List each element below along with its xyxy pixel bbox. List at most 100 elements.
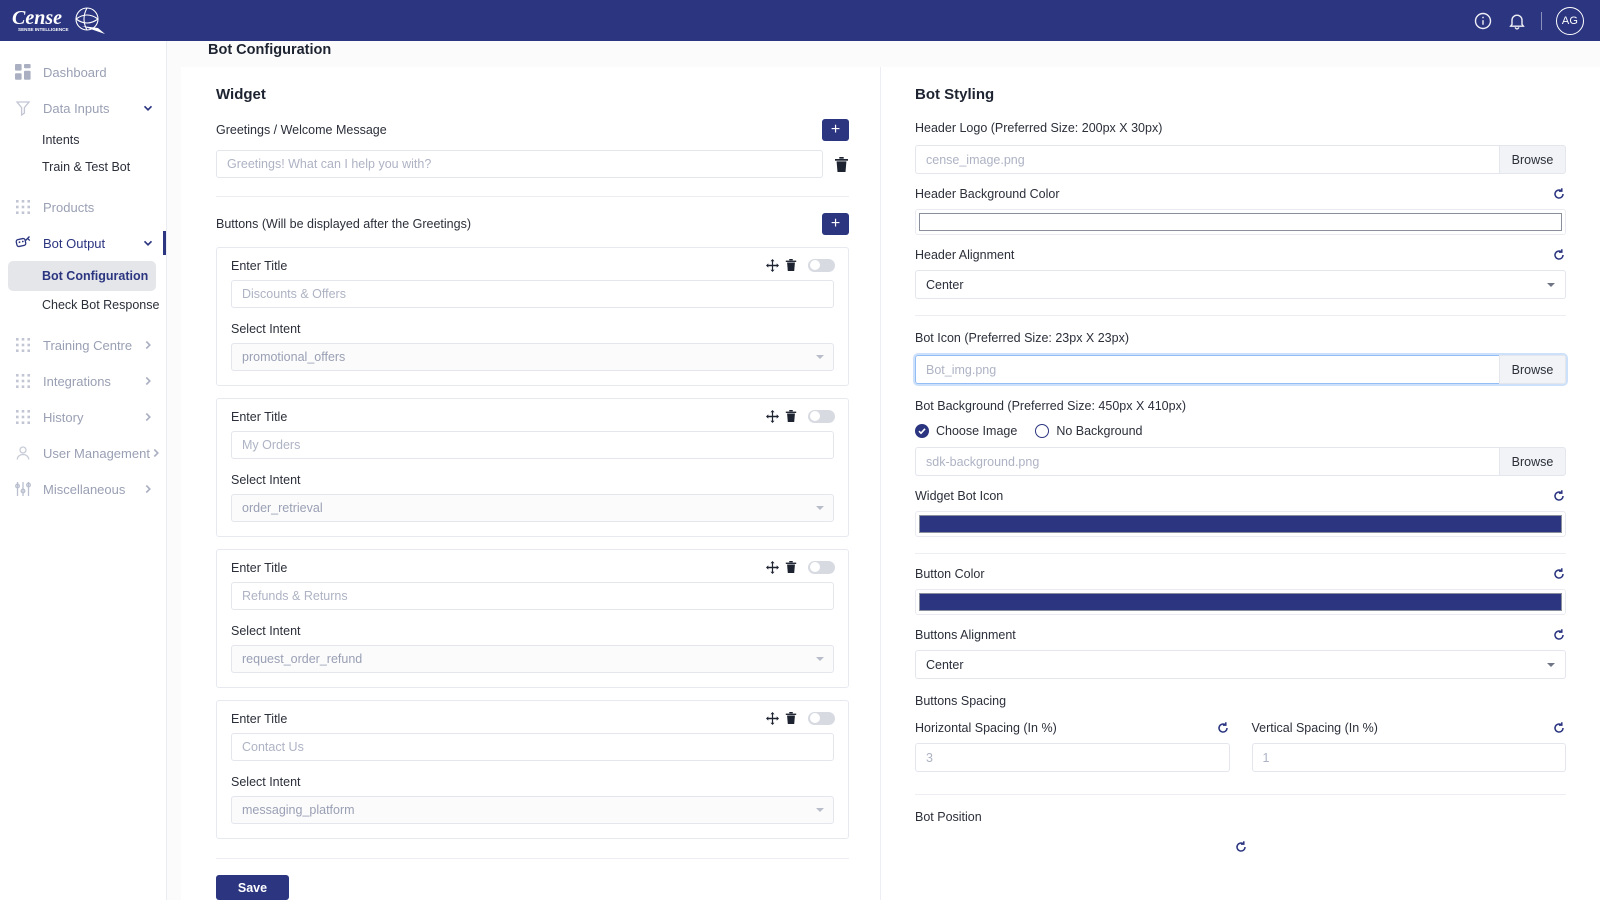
browse-button[interactable]: Browse: [1499, 447, 1566, 476]
enable-toggle[interactable]: [808, 259, 835, 272]
intent-field-label: Select Intent: [231, 775, 834, 789]
bot-position-field: Bot Position: [915, 808, 1566, 854]
button-title-input[interactable]: My Orders: [231, 431, 834, 459]
drag-handle-icon[interactable]: [766, 259, 779, 272]
sidebar-item-label: Integrations: [43, 374, 142, 389]
card-tools: [766, 711, 835, 725]
chevron-down-icon: [1547, 663, 1555, 667]
vertical-spacing-label: Vertical Spacing (In %): [1252, 721, 1378, 735]
reset-icon[interactable]: [1216, 721, 1230, 735]
sliders-icon: [14, 480, 32, 498]
sidebar-item-bot-configuration[interactable]: Bot Configuration: [8, 261, 156, 291]
browse-button[interactable]: Browse: [1499, 145, 1566, 174]
browse-button[interactable]: Browse: [1499, 355, 1566, 384]
header-bg-color-swatch[interactable]: [915, 209, 1566, 235]
sidebar-subitem-label: Train & Test Bot: [42, 160, 130, 174]
dashboard-icon: [14, 63, 32, 81]
trash-icon[interactable]: [785, 560, 800, 574]
horizontal-spacing-col: Horizontal Spacing (In %) 3: [915, 721, 1230, 772]
reset-icon[interactable]: [1552, 489, 1566, 503]
sidebar-subitem-label: Intents: [42, 133, 80, 147]
intent-field-label: Select Intent: [231, 322, 834, 336]
bot-icon-input[interactable]: Bot_img.png: [915, 355, 1499, 384]
button-card: Enter Title Discounts & Offers Select In…: [216, 247, 849, 386]
add-greeting-button[interactable]: +: [822, 119, 849, 141]
vertical-spacing-input[interactable]: 1: [1252, 743, 1567, 772]
buttons-alignment-select[interactable]: Center: [915, 650, 1566, 679]
header-bg-color-label-row: Header Background Color: [915, 187, 1566, 201]
header-logo-input[interactable]: cense_image.png: [915, 145, 1499, 174]
intent-select[interactable]: messaging_platform: [231, 796, 834, 824]
sidebar-item-train-test-bot[interactable]: Train & Test Bot: [0, 153, 166, 180]
button-card: Enter Title Refunds & Returns Select Int…: [216, 549, 849, 688]
sidebar-item-data-inputs[interactable]: Data Inputs: [0, 90, 166, 126]
add-button-button[interactable]: +: [822, 213, 849, 235]
sidebar-item-bot-output[interactable]: Bot Output: [0, 225, 166, 261]
avatar[interactable]: AG: [1556, 7, 1584, 35]
save-button[interactable]: Save: [216, 875, 289, 900]
trash-icon[interactable]: [785, 258, 800, 272]
sidebar-item-user-management[interactable]: User Management: [0, 435, 166, 471]
bot-icon: [14, 234, 32, 252]
app-logo[interactable]: Cense SENSE INTELLIGENCE: [10, 0, 110, 41]
grid-icon: [14, 408, 32, 426]
header-alignment-field: Header Alignment Center: [915, 248, 1566, 299]
bot-background-file-row: sdk-background.png Browse: [915, 447, 1566, 476]
horizontal-spacing-label-row: Horizontal Spacing (In %): [915, 721, 1230, 735]
enable-toggle[interactable]: [808, 712, 835, 725]
header-alignment-value: Center: [926, 278, 964, 292]
sidebar-item-history[interactable]: History: [0, 399, 166, 435]
radio-choose-image[interactable]: Choose Image: [915, 424, 1017, 438]
intent-field-label: Select Intent: [231, 624, 834, 638]
sidebar-item-training-centre[interactable]: Training Centre: [0, 327, 166, 363]
reset-icon[interactable]: [1552, 567, 1566, 581]
reset-icon[interactable]: [1552, 628, 1566, 642]
header-alignment-select[interactable]: Center: [915, 270, 1566, 299]
radio-no-background[interactable]: No Background: [1035, 424, 1142, 438]
sidebar-item-miscellaneous[interactable]: Miscellaneous: [0, 471, 166, 507]
grid-icon: [14, 372, 32, 390]
chevron-right-icon: [142, 375, 154, 387]
svg-text:Cense: Cense: [12, 7, 62, 29]
horizontal-spacing-input[interactable]: 3: [915, 743, 1230, 772]
sidebar-item-integrations[interactable]: Integrations: [0, 363, 166, 399]
intent-select[interactable]: promotional_offers: [231, 343, 834, 371]
reset-icon[interactable]: [1234, 840, 1248, 854]
drag-handle-icon[interactable]: [766, 561, 779, 574]
reset-icon[interactable]: [1552, 721, 1566, 735]
bot-background-input[interactable]: sdk-background.png: [915, 447, 1499, 476]
enable-toggle[interactable]: [808, 410, 835, 423]
trash-icon[interactable]: [834, 156, 849, 173]
grid-icon: [14, 198, 32, 216]
avatar-initials: AG: [1562, 15, 1578, 27]
reset-icon[interactable]: [1552, 187, 1566, 201]
widget-section-title: Widget: [216, 86, 849, 103]
intent-select[interactable]: request_order_refund: [231, 645, 834, 673]
header-alignment-label: Header Alignment: [915, 248, 1014, 262]
drag-handle-icon[interactable]: [766, 410, 779, 423]
intent-value: messaging_platform: [242, 803, 355, 817]
enable-toggle[interactable]: [808, 561, 835, 574]
widget-bot-icon-swatch[interactable]: [915, 511, 1566, 537]
button-title-input[interactable]: Refunds & Returns: [231, 582, 834, 610]
bot-styling-panel: Bot Styling Header Logo (Preferred Size:…: [881, 67, 1600, 900]
sidebar-item-products[interactable]: Products: [0, 189, 166, 225]
sidebar-item-dashboard[interactable]: Dashboard: [0, 54, 166, 90]
intent-select[interactable]: order_retrieval: [231, 494, 834, 522]
bell-icon[interactable]: [1507, 11, 1527, 31]
info-icon[interactable]: [1473, 11, 1493, 31]
drag-handle-icon[interactable]: [766, 712, 779, 725]
sidebar-item-intents[interactable]: Intents: [0, 126, 166, 153]
button-color-swatch[interactable]: [915, 589, 1566, 615]
top-bar: Cense SENSE INTELLIGENCE: [0, 0, 1600, 41]
trash-icon[interactable]: [785, 409, 800, 423]
spacing-grid: Horizontal Spacing (In %) 3 Vertical Spa…: [915, 721, 1566, 772]
styling-section-title: Bot Styling: [915, 86, 1566, 103]
reset-icon[interactable]: [1552, 248, 1566, 262]
greeting-input[interactable]: Greetings! What can I help you with?: [216, 150, 823, 178]
chevron-down-icon: [816, 808, 824, 812]
sidebar-item-check-bot-response[interactable]: Check Bot Response: [0, 291, 166, 318]
button-title-input[interactable]: Discounts & Offers: [231, 280, 834, 308]
trash-icon[interactable]: [785, 711, 800, 725]
button-title-input[interactable]: Contact Us: [231, 733, 834, 761]
